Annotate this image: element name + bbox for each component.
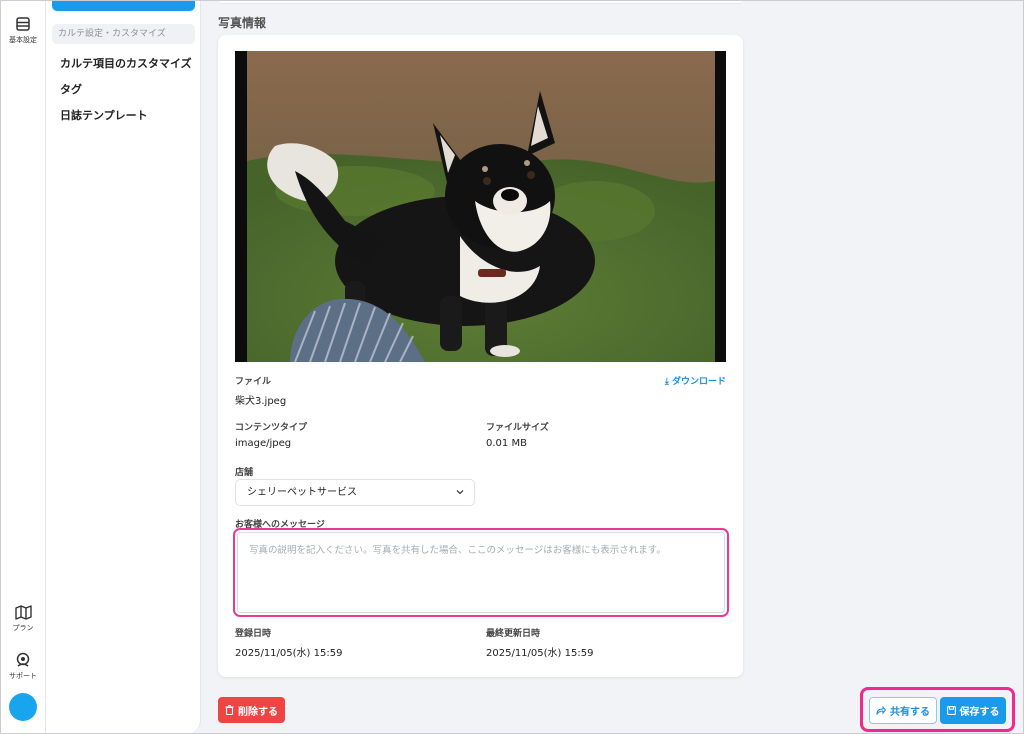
content-type-label: コンテンツタイプ (235, 423, 308, 433)
submenu-section-header: カルテ設定・カスタマイズ (52, 24, 195, 44)
message-highlight (233, 528, 729, 617)
submenu-active-item[interactable] (52, 0, 195, 11)
section-title: 写真情報 (218, 16, 267, 30)
previous-card-edge (218, 0, 743, 4)
rail-item-support[interactable]: サポート (0, 652, 46, 681)
settings-submenu: カルテ設定・カスタマイズ カルテ項目のカスタマイズ タグ 日誌テンプレート (46, 0, 201, 734)
download-link[interactable]: ⤓ ダウンロード (665, 374, 726, 387)
file-label: ファイル (235, 377, 272, 387)
share-label: 共有する (890, 707, 930, 718)
share-icon (876, 706, 886, 715)
file-size-value: 0.01 MB (486, 438, 527, 449)
file-name: 柴犬3.jpeg (235, 396, 287, 407)
save-icon (946, 706, 956, 715)
store-label: 店舗 (235, 468, 254, 478)
store-select-value: シェリーペットサービス (247, 487, 357, 498)
updated-label: 最終更新日時 (486, 629, 541, 639)
save-label: 保存する (959, 707, 1000, 718)
created-value: 2025/11/05(水) 15:59 (235, 648, 343, 659)
rail-label: サポート (9, 672, 37, 680)
save-button[interactable]: 保存する (940, 697, 1006, 724)
delete-button[interactable]: 削除する (218, 697, 285, 723)
trash-icon (225, 705, 234, 715)
chevron-down-icon (456, 480, 464, 515)
rail-item-basic-settings[interactable]: 基本設定 (0, 16, 46, 45)
share-button[interactable]: 共有する (869, 697, 937, 724)
submenu-item-karte-customize[interactable]: カルテ項目のカスタマイズ (60, 55, 192, 71)
photo-preview (235, 51, 726, 362)
rail-label: 基本設定 (9, 36, 37, 44)
delete-label: 削除する (238, 706, 278, 718)
rail-item-plan[interactable]: プラン (0, 605, 46, 633)
created-label: 登録日時 (235, 629, 272, 639)
submenu-item-diary-template[interactable]: 日誌テンプレート (60, 107, 148, 123)
message-textarea[interactable] (237, 532, 725, 613)
store-icon (16, 17, 30, 31)
rail-label: プラン (12, 624, 34, 632)
map-icon (14, 605, 32, 620)
updated-value: 2025/11/05(水) 15:59 (486, 648, 594, 659)
support-icon (16, 652, 30, 667)
file-size-label: ファイルサイズ (486, 423, 549, 433)
download-label: ダウンロード (671, 377, 726, 387)
store-select[interactable]: シェリーペットサービス (235, 479, 475, 506)
download-icon: ⤓ (664, 377, 669, 387)
icon-rail: 基本設定 プラン サポート (0, 0, 46, 734)
avatar[interactable] (9, 693, 37, 721)
content-type-value: image/jpeg (235, 438, 292, 449)
photo-info-card: ファイル ⤓ ダウンロード 柴犬3.jpeg コンテンツタイプ image/jp… (218, 35, 743, 677)
dog-photo (247, 51, 715, 362)
submenu-item-tags[interactable]: タグ (60, 81, 82, 97)
